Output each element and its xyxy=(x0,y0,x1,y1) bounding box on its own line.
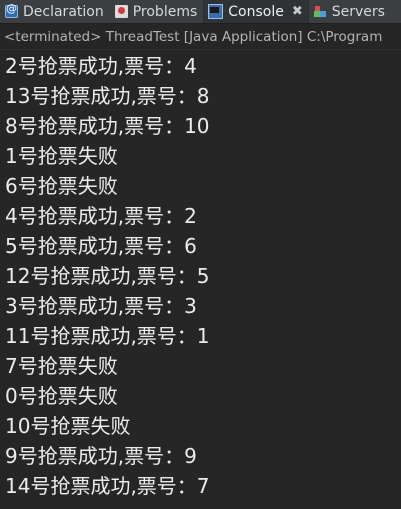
eclipse-console-view: Declaration Problems Console ✖ Servers <… xyxy=(0,0,401,509)
problems-icon xyxy=(114,5,128,18)
tab-problems-label: Problems xyxy=(132,3,198,20)
console-line: 0号抢票失败 xyxy=(5,384,118,408)
tab-declaration[interactable]: Declaration xyxy=(0,0,110,23)
console-line: 5号抢票成功,票号：6 xyxy=(5,234,197,258)
declaration-icon xyxy=(5,2,18,18)
console-line: 8号抢票成功,票号：10 xyxy=(5,114,210,138)
view-tab-bar: Declaration Problems Console ✖ Servers xyxy=(0,0,401,24)
console-line: 1号抢票失败 xyxy=(5,144,118,168)
console-output[interactable]: 2号抢票成功,票号：4 13号抢票成功,票号：8 8号抢票成功,票号：10 1号… xyxy=(0,51,401,509)
console-line: 14号抢票成功,票号：7 xyxy=(5,474,210,498)
tab-problems[interactable]: Problems xyxy=(110,0,204,23)
console-icon xyxy=(208,4,224,19)
console-line: 6号抢票失败 xyxy=(5,174,118,198)
console-line: 7号抢票失败 xyxy=(5,354,118,378)
tab-servers-label: Servers xyxy=(331,3,385,20)
console-line: 3号抢票成功,票号：3 xyxy=(5,294,197,318)
terminated-status-line: <terminated> ThreadTest [Java Applicatio… xyxy=(0,24,401,50)
tab-console-label: Console xyxy=(228,3,284,20)
close-icon[interactable]: ✖ xyxy=(292,4,303,19)
console-line: 11号抢票成功,票号：1 xyxy=(5,324,210,348)
servers-icon xyxy=(314,5,327,18)
console-line: 12号抢票成功,票号：5 xyxy=(5,264,210,288)
console-line: 4号抢票成功,票号：2 xyxy=(5,204,197,228)
console-line: 13号抢票成功,票号：8 xyxy=(5,84,210,108)
console-line: 2号抢票成功,票号：4 xyxy=(5,54,197,78)
tab-declaration-label: Declaration xyxy=(23,3,104,20)
console-line: 9号抢票成功,票号：9 xyxy=(5,444,197,468)
tab-console[interactable]: Console ✖ xyxy=(203,0,309,23)
console-line: 10号抢票失败 xyxy=(5,414,131,438)
tab-servers[interactable]: Servers xyxy=(309,0,391,23)
